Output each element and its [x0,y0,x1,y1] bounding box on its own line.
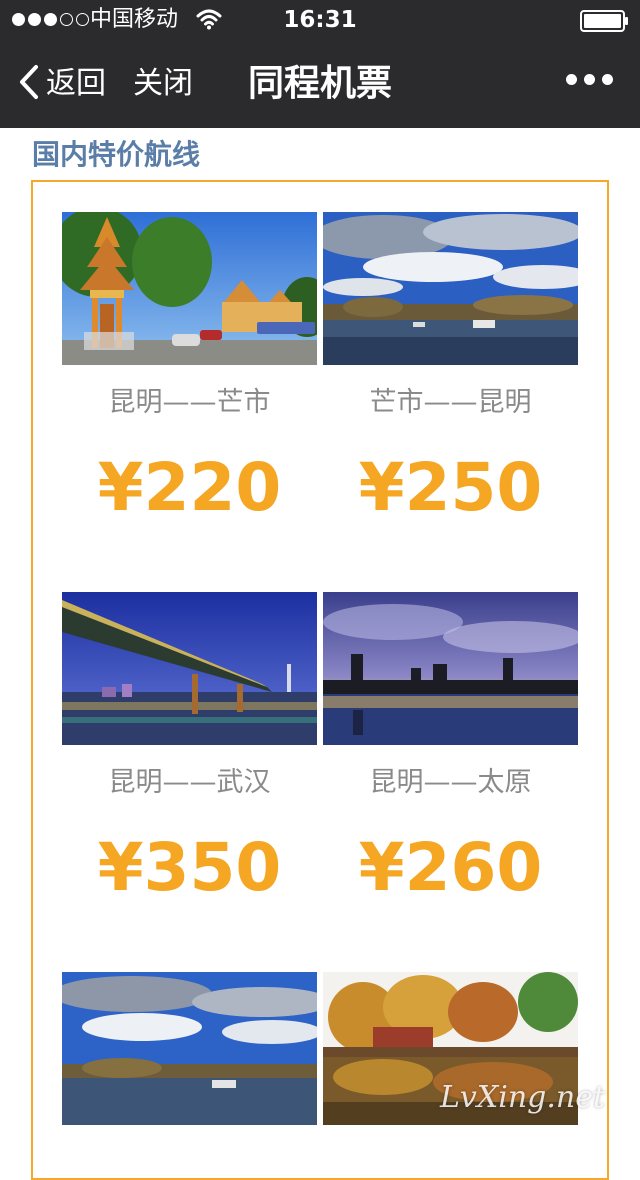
route-price: ¥220 [97,449,282,526]
section-title: 国内特价航线 [32,138,201,171]
more-dot-icon [584,74,595,85]
route-card[interactable]: 昆明——芒市 ¥220 [62,212,317,526]
route-card[interactable] [323,972,578,1125]
route-card[interactable] [62,972,317,1125]
battery-icon [580,10,630,36]
close-button[interactable]: 关闭 [133,62,193,106]
route-image-pagoda [62,212,317,365]
clock: 16:31 [283,7,357,33]
back-button[interactable]: 返回 [18,62,106,106]
route-name: 昆明——太原 [369,767,532,798]
route-name: 昆明——芒市 [108,387,271,418]
route-image-autumn-lake [323,972,578,1125]
route-price: ¥260 [358,829,543,906]
more-options-button[interactable] [566,74,613,85]
back-label: 返回 [46,66,106,101]
route-image-lake-boats [62,972,317,1125]
route-card[interactable]: 芒市——昆明 ¥250 [323,212,578,526]
chevron-left-icon [18,64,40,104]
route-image-lake-clouds [323,212,578,365]
status-bar: 中国移动 16:31 [0,0,640,40]
more-dot-icon [602,74,613,85]
route-name: 芒市——昆明 [369,387,532,418]
route-card[interactable]: 昆明——武汉 ¥350 [62,592,317,906]
route-price: ¥250 [358,449,543,526]
route-card[interactable]: 昆明——太原 ¥260 [323,592,578,906]
routes-panel: 昆明——芒市 ¥220 芒市——昆明 ¥250 昆明——武汉 ¥350 昆明——… [31,180,609,1180]
nav-bar: 返回 关闭 同程机票 [0,40,640,128]
route-name: 昆明——武汉 [108,767,271,798]
route-image-skyline [323,592,578,745]
more-dot-icon [566,74,577,85]
route-price: ¥350 [97,829,282,906]
route-image-bridge [62,592,317,745]
